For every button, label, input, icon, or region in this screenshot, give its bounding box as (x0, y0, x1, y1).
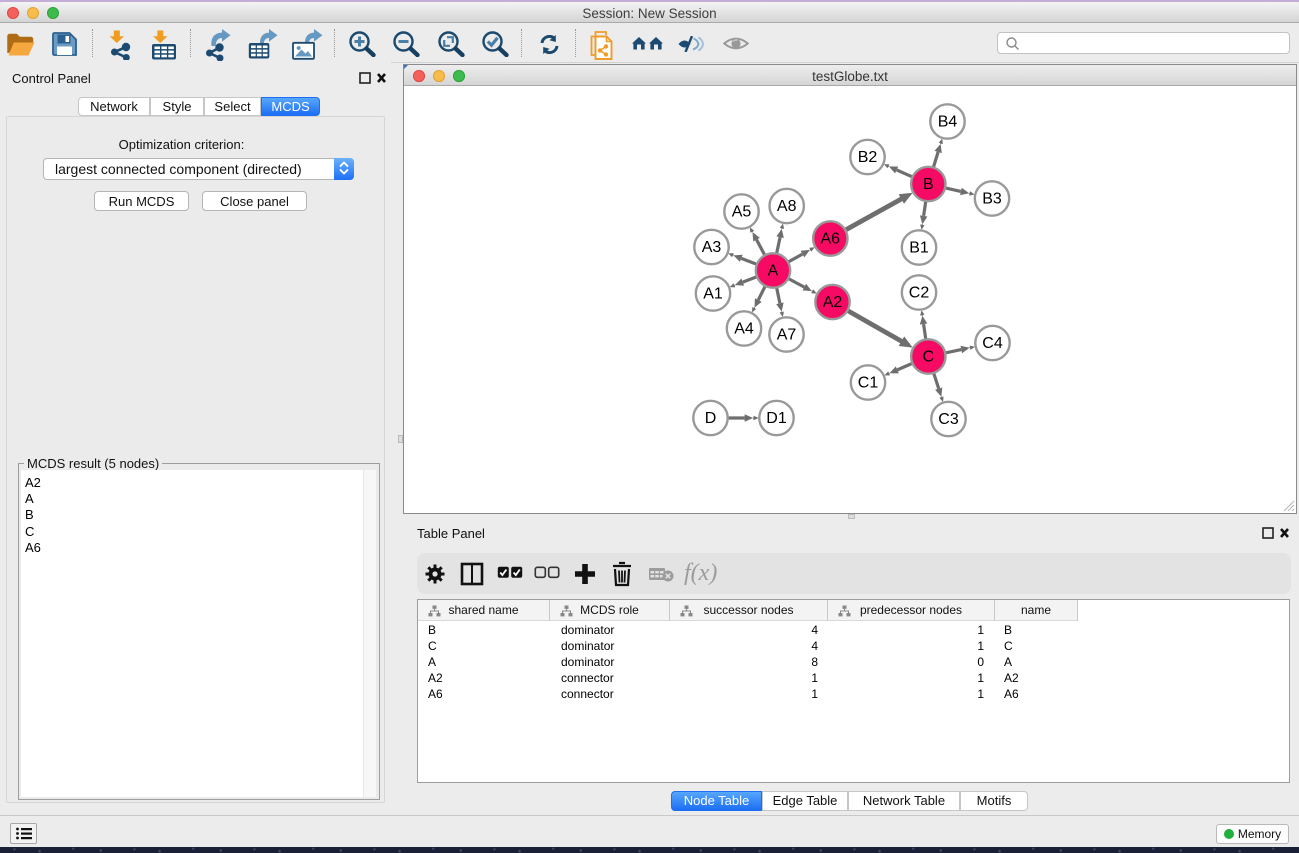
svg-text:A2: A2 (823, 294, 843, 311)
svg-text:C2: C2 (909, 285, 930, 302)
svg-text:A1: A1 (703, 286, 723, 303)
svg-text:A4: A4 (734, 321, 754, 338)
svg-text:C4: C4 (982, 335, 1003, 352)
svg-text:A3: A3 (702, 239, 722, 256)
svg-text:D1: D1 (766, 410, 787, 427)
svg-text:A5: A5 (732, 204, 752, 221)
svg-text:D: D (705, 410, 717, 427)
svg-text:A7: A7 (777, 327, 797, 344)
svg-text:B: B (923, 176, 934, 193)
svg-text:C1: C1 (858, 375, 879, 392)
svg-text:B3: B3 (982, 191, 1002, 208)
svg-text:A8: A8 (777, 198, 797, 215)
svg-text:B1: B1 (909, 240, 929, 257)
svg-text:A: A (768, 263, 779, 280)
svg-text:B4: B4 (938, 114, 958, 131)
svg-text:B2: B2 (858, 149, 878, 166)
svg-text:A6: A6 (821, 231, 841, 248)
svg-text:C3: C3 (938, 411, 959, 428)
svg-text:C: C (923, 349, 935, 366)
